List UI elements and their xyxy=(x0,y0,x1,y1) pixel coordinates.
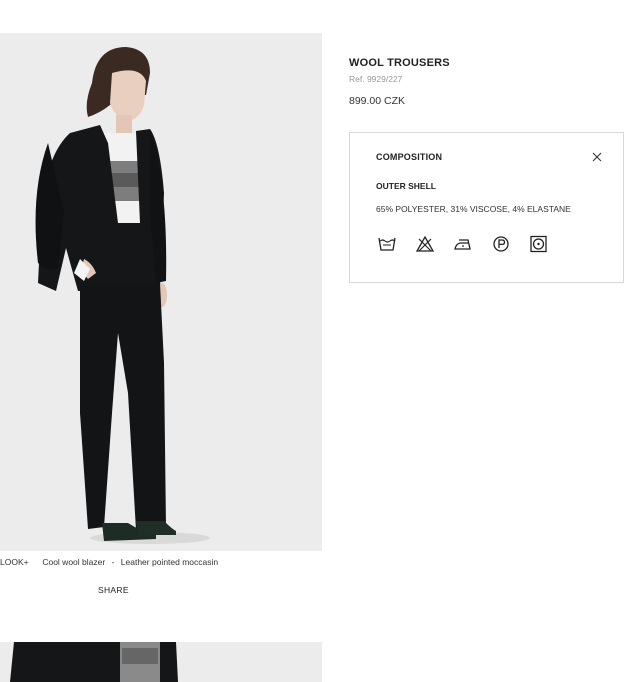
product-photo-2[interactable] xyxy=(0,642,322,682)
iron-low-icon xyxy=(452,233,474,255)
product-title: WOOL TROUSERS xyxy=(349,57,450,69)
dry-clean-p-icon xyxy=(490,233,512,255)
look-item-moccasin[interactable]: Leather pointed moccasin xyxy=(121,557,218,567)
share-button[interactable]: SHARE xyxy=(98,585,129,595)
tumble-dry-icon xyxy=(528,233,550,255)
wash-30-icon xyxy=(376,233,398,255)
do-not-bleach-icon xyxy=(414,233,436,255)
look-bar: LOOK+ Cool wool blazer - Leather pointed… xyxy=(0,557,322,567)
composition-title: COMPOSITION xyxy=(376,152,443,162)
look-item-blazer[interactable]: Cool wool blazer xyxy=(42,557,105,567)
outer-shell-heading: OUTER SHELL xyxy=(376,181,436,191)
close-icon[interactable] xyxy=(590,150,604,164)
look-separator: - xyxy=(111,557,115,567)
product-photo[interactable] xyxy=(0,33,322,551)
product-price: 899.00 CZK xyxy=(349,95,406,107)
model-wearing-suit-image xyxy=(0,33,322,551)
model-second-view-image xyxy=(0,642,322,682)
look-label[interactable]: LOOK+ xyxy=(0,557,29,567)
product-ref: Ref. 9929/227 xyxy=(349,74,403,84)
material-composition: 65% POLYESTER, 31% VISCOSE, 4% ELASTANE xyxy=(376,204,571,214)
composition-panel: COMPOSITION OUTER SHELL 65% POLYESTER, 3… xyxy=(349,132,624,283)
care-instructions xyxy=(376,233,566,255)
